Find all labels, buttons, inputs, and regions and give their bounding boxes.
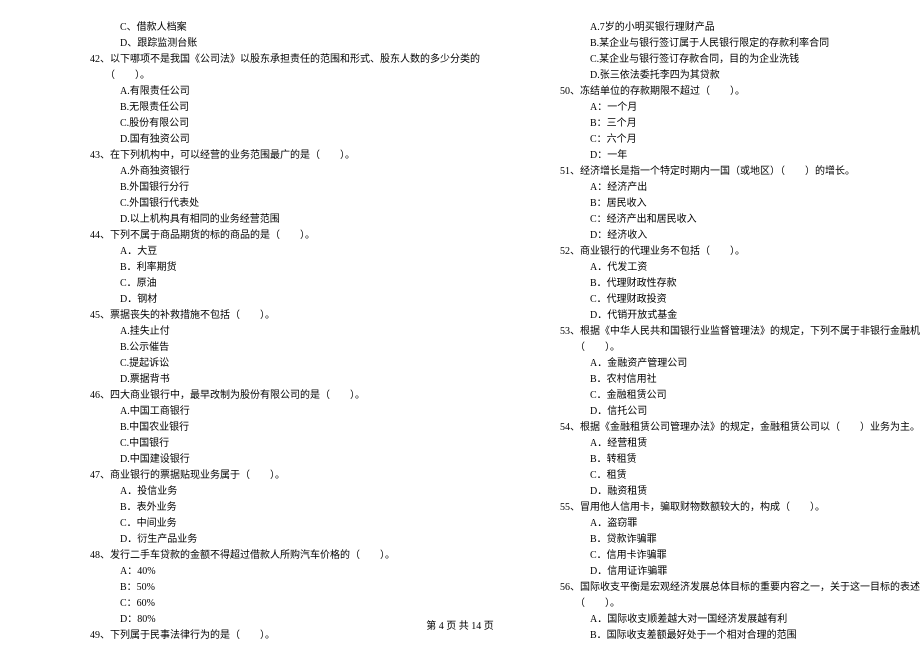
option-line: A.外商独资银行 [50,164,480,180]
option-line: B.公示催告 [50,340,480,356]
question-line: 42、以下哪项不是我国《公司法》以股东承担责任的范围和形式、股东人数的多少分类的 [50,52,480,68]
option-line: B：三个月 [520,116,920,132]
option-line: B.某企业与银行签订属于人民银行限定的存款利率合同 [520,36,920,52]
option-line: C．金融租赁公司 [520,388,920,404]
option-line: B．表外业务 [50,500,480,516]
right-column: A.7岁的小明买银行理财产品B.某企业与银行签订属于人民银行限定的存款利率合同C… [520,20,920,644]
option-line: B.外国银行分行 [50,180,480,196]
option-line: B：50% [50,580,480,596]
option-line: D.中国建设银行 [50,452,480,468]
option-line: A．盗窃罪 [520,516,920,532]
question-line: 45、票据丧失的补救措施不包括（ ）。 [50,308,480,324]
question-line: 43、在下列机构中，可以经营的业务范围最广的是（ ）。 [50,148,480,164]
option-line: B．利率期货 [50,260,480,276]
left-column: C、借款人档案D、跟踪监测台账42、以下哪项不是我国《公司法》以股东承担责任的范… [50,20,480,644]
option-line: B．农村信用社 [520,372,920,388]
option-line: D．信托公司 [520,404,920,420]
option-line: D：一年 [520,148,920,164]
option-line: A．代发工资 [520,260,920,276]
option-line: D.以上机构具有相同的业务经营范围 [50,212,480,228]
question-line: 46、四大商业银行中，最早改制为股份有限公司的是（ ）。 [50,388,480,404]
option-line: A．大豆 [50,244,480,260]
question-line: 48、发行二手车贷款的金额不得超过借款人所购汽车价格的（ ）。 [50,548,480,564]
question-line: 50、冻结单位的存款期限不超过（ ）。 [520,84,920,100]
option-line: D.国有独资公司 [50,132,480,148]
option-line: A.7岁的小明买银行理财产品 [520,20,920,36]
option-line: A.有限责任公司 [50,84,480,100]
option-line: C．中间业务 [50,516,480,532]
option-line: B.无限责任公司 [50,100,480,116]
option-line: B.中国农业银行 [50,420,480,436]
option-line: C.中国银行 [50,436,480,452]
option-line: A：40% [50,564,480,580]
page-columns: C、借款人档案D、跟踪监测台账42、以下哪项不是我国《公司法》以股东承担责任的范… [0,20,920,644]
option-line: D：经济收入 [520,228,920,244]
option-line: D．钢材 [50,292,480,308]
question-line: 53、根据《中华人民共和国银行业监督管理法》的规定，下列不属于非银行金融机构的是 [520,324,920,340]
question-continuation: （ ）。 [520,596,920,612]
option-line: D.票据背书 [50,372,480,388]
option-line: C．信用卡诈骗罪 [520,548,920,564]
option-line: B：居民收入 [520,196,920,212]
option-line: A．经营租赁 [520,436,920,452]
question-line: 51、经济增长是指一个特定时期内一国（或地区）（ ）的增长。 [520,164,920,180]
question-line: 44、下列不属于商品期货的标的商品的是（ ）。 [50,228,480,244]
option-line: A：一个月 [520,100,920,116]
option-line: C．租赁 [520,468,920,484]
option-line: B．贷款诈骗罪 [520,532,920,548]
option-line: A：经济产出 [520,180,920,196]
option-line: C.提起诉讼 [50,356,480,372]
question-line: 47、商业银行的票据贴现业务属于（ ）。 [50,468,480,484]
option-line: B．代理财政性存款 [520,276,920,292]
question-line: 55、冒用他人信用卡，骗取财物数额较大的，构成（ ）。 [520,500,920,516]
question-line: 52、商业银行的代理业务不包括（ ）。 [520,244,920,260]
option-line: C．代理财政投资 [520,292,920,308]
option-line: D．代销开放式基金 [520,308,920,324]
option-line: C：60% [50,596,480,612]
question-line: 56、国际收支平衡是宏观经济发展总体目标的重要内容之一，关于这一目标的表述，正确… [520,580,920,596]
option-line: C.某企业与银行签订存款合同，目的为企业洗钱 [520,52,920,68]
option-line: A．投信业务 [50,484,480,500]
option-line: D.张三依法委托李四为其贷款 [520,68,920,84]
option-line: C：六个月 [520,132,920,148]
page-footer: 第 4 页 共 14 页 [0,617,920,632]
question-continuation: （ ）。 [520,340,920,356]
option-line: D、跟踪监测台账 [50,36,480,52]
option-line: A.挂失止付 [50,324,480,340]
question-continuation: （ ）。 [50,68,480,84]
option-line: B．转租赁 [520,452,920,468]
option-line: C：经济产出和居民收入 [520,212,920,228]
option-line: D．衍生产品业务 [50,532,480,548]
option-line: C.股份有限公司 [50,116,480,132]
option-line: C、借款人档案 [50,20,480,36]
option-line: D．信用证诈骗罪 [520,564,920,580]
option-line: C.外国银行代表处 [50,196,480,212]
option-line: C．原油 [50,276,480,292]
option-line: D．融资租赁 [520,484,920,500]
option-line: A.中国工商银行 [50,404,480,420]
option-line: A．金融资产管理公司 [520,356,920,372]
question-line: 54、根据《金融租赁公司管理办法》的规定，金融租赁公司以（ ）业务为主。 [520,420,920,436]
